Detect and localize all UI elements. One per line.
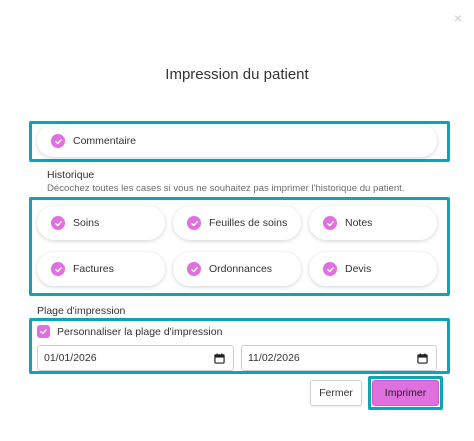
check-icon [323,262,337,276]
history-item-devis[interactable]: Devis [309,252,437,286]
comment-label: Commentaire [73,135,137,147]
history-item-feuilles-de-soins[interactable]: Feuilles de soins [173,206,301,240]
history-item-label: Factures [73,263,114,275]
dialog-title: Impression du patient [165,66,309,83]
history-hint: Décochez toutes les cases si vous ne sou… [47,183,405,194]
print-button[interactable]: Imprimer [372,380,439,406]
history-item-notes[interactable]: Notes [309,206,437,240]
check-icon [51,262,65,276]
history-item-label: Feuilles de soins [209,217,288,229]
custom-range-checkbox[interactable]: Personnaliser la plage d'impression [37,325,222,338]
check-icon [37,325,50,338]
history-item-label: Devis [345,263,372,275]
check-icon [187,216,201,230]
history-item-label: Soins [73,217,100,229]
check-icon [51,216,65,230]
check-icon [323,216,337,230]
close-button[interactable]: Fermer [310,380,362,406]
end-date-input[interactable]: 11/02/2026 [241,345,437,371]
end-date-value: 11/02/2026 [248,352,300,364]
calendar-icon[interactable] [417,352,428,364]
comment-checkbox[interactable]: Commentaire [37,125,437,157]
history-item-factures[interactable]: Factures [37,252,165,286]
custom-range-label: Personnaliser la plage d'impression [57,325,223,338]
start-date-value: 01/01/2026 [44,352,97,364]
range-heading: Plage d'impression [37,305,126,317]
history-item-soins[interactable]: Soins [37,206,165,240]
history-item-ordonnances[interactable]: Ordonnances [173,252,301,286]
check-icon [187,262,201,276]
history-heading: Historique [47,169,95,181]
start-date-input[interactable]: 01/01/2026 [37,345,234,371]
history-item-label: Notes [345,217,373,229]
check-icon [51,134,65,148]
history-item-label: Ordonnances [209,263,273,275]
close-icon[interactable]: × [451,11,465,25]
calendar-icon[interactable] [214,352,225,364]
